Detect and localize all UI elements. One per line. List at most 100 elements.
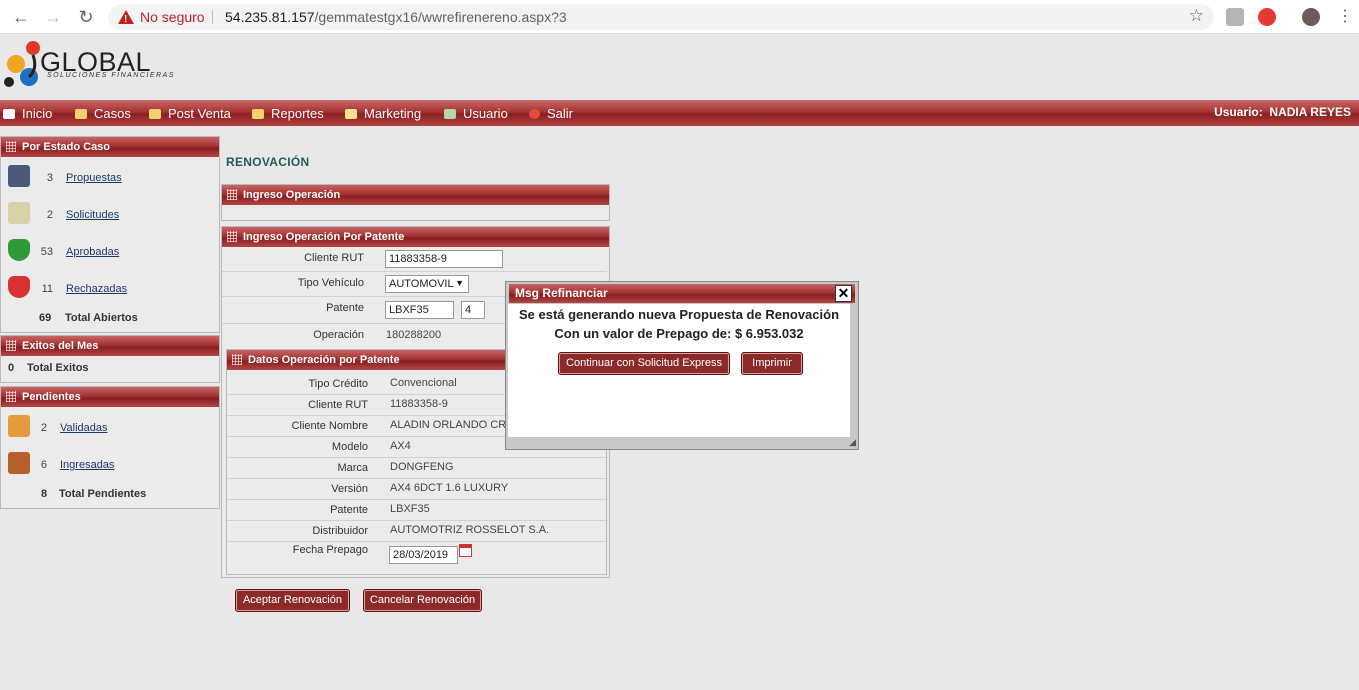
resize-grip-icon[interactable]: ◢ <box>849 437 856 448</box>
dialog-title-bar: Msg Refinanciar ✕ <box>509 284 855 303</box>
datos-value: 11883358-9 <box>390 398 448 410</box>
panel-header: Por Estado Caso <box>1 137 219 157</box>
count-propuestas: 3 <box>46 172 53 184</box>
dialog-body: Se está generando nueva Propuesta de Ren… <box>508 304 850 437</box>
panel-ingreso-operacion: Ingreso Operación <box>221 184 610 221</box>
menu-label: Post Venta <box>168 106 231 121</box>
datos-value: AX4 <box>390 440 411 452</box>
warning-icon <box>118 10 134 29</box>
tipo-vehiculo-select[interactable]: AUTOMOVIL ▼ <box>385 275 469 293</box>
link-ingresadas[interactable]: Ingresadas <box>60 459 114 471</box>
cliente-rut-input[interactable]: 11883358-9 <box>385 250 503 268</box>
tipo-vehiculo-value: AUTOMOVIL <box>389 278 454 290</box>
panel-exitos-mes: Exitos del Mes 0 Total Exitos <box>0 335 220 383</box>
link-propuestas[interactable]: Propuestas <box>66 172 122 184</box>
address-bar[interactable]: No seguro 54.235.81.157/gemmatestgx16/ww… <box>108 4 1214 30</box>
extension-icon[interactable] <box>1258 8 1276 26</box>
page-title: RENOVACIÓN <box>226 155 310 169</box>
count-solicitudes: 2 <box>46 209 53 221</box>
total-pendientes-count: 8 <box>41 488 48 500</box>
label-cliente-rut: Cliente RUT <box>304 252 364 264</box>
label-operacion: Operación <box>313 329 364 341</box>
datos-value: Convencional <box>390 377 457 389</box>
url-text[interactable]: 54.235.81.157/gemmatestgx16/wwrefirenere… <box>225 8 567 26</box>
menu-label: Reportes <box>271 106 324 121</box>
datos-label: Distribuidor <box>312 525 368 537</box>
link-rechazadas[interactable]: Rechazadas <box>66 283 127 295</box>
menu-label: Usuario <box>463 106 508 121</box>
panel-pendientes: Pendientes 2 Validadas 6 Ingresadas 8 To… <box>0 386 220 509</box>
url-separator <box>212 10 213 24</box>
patente-input[interactable]: LBXF35 <box>385 301 454 319</box>
menu-salir[interactable]: Salir <box>529 106 573 121</box>
url-host: 54.235.81.157 <box>225 9 315 25</box>
more-menu-icon[interactable]: ⋮ <box>1335 7 1355 27</box>
menu-usuario[interactable]: Usuario <box>444 106 508 121</box>
label-tipo-vehiculo: Tipo Vehículo <box>297 277 364 289</box>
browser-toolbar: ← → ↻ No seguro 54.235.81.157/gemmatestg… <box>0 0 1359 34</box>
security-label: No seguro <box>140 9 205 25</box>
envelope-icon <box>345 108 357 119</box>
menu-casos[interactable]: Casos <box>75 106 131 121</box>
row-divider <box>227 499 608 500</box>
datos-label: Modelo <box>331 441 368 453</box>
fecha-prepago-input[interactable]: 28/03/2019 <box>389 546 458 564</box>
count-aprobadas: 53 <box>40 246 53 258</box>
dialog-message-1: Se está generando nueva Propuesta de Ren… <box>518 307 840 322</box>
total-abiertos-label: Total Abiertos <box>65 312 138 324</box>
check-shield-icon <box>8 239 30 261</box>
count-ingresadas: 6 <box>40 459 47 471</box>
row-divider <box>227 478 608 479</box>
calendar-icon[interactable] <box>459 544 472 557</box>
panel-estado-caso: Por Estado Caso 3 Propuestas 2 Solicitud… <box>0 136 220 333</box>
home-icon <box>3 108 15 119</box>
datos-label: Versión <box>331 483 368 495</box>
security-warning[interactable]: No seguro <box>118 8 205 29</box>
datos-value: AUTOMOTRIZ ROSSELOT S.A. <box>390 524 550 536</box>
menu-label: Casos <box>94 106 131 121</box>
calculator-icon <box>8 165 30 187</box>
continuar-solicitud-express-button[interactable]: Continuar con Solicitud Express <box>558 352 730 375</box>
back-icon[interactable]: ← <box>11 7 31 27</box>
datos-value: ALADIN ORLANDO CRUZ <box>390 419 521 431</box>
datos-label: Marca <box>337 462 368 474</box>
menu-post-venta[interactable]: Post Venta <box>149 106 231 121</box>
link-aprobadas[interactable]: Aprobadas <box>66 246 119 258</box>
menu-inicio[interactable]: Inicio <box>3 106 52 121</box>
row-divider <box>227 520 608 521</box>
close-icon[interactable]: ✕ <box>835 285 852 302</box>
profile-avatar[interactable] <box>1302 8 1320 26</box>
count-rechazadas: 11 <box>41 283 53 295</box>
reject-shield-icon <box>8 276 30 298</box>
link-validadas[interactable]: Validadas <box>60 422 108 434</box>
url-path: /gemmatestgx16/wwrefirenereno.aspx?3 <box>314 9 567 25</box>
patente-dv-input[interactable]: 4 <box>461 301 485 319</box>
operacion-value: 180288200 <box>386 329 442 341</box>
pdf-extension-icon[interactable] <box>1226 8 1244 26</box>
total-exitos-count: 0 <box>8 362 15 374</box>
cancelar-renovacion-button[interactable]: Cancelar Renovación <box>363 589 482 612</box>
user-name: NADIA REYES <box>1269 105 1351 119</box>
link-solicitudes[interactable]: Solicitudes <box>66 209 119 221</box>
logo: GLOBAL SOLUCIONES FINANCIERAS <box>0 37 180 95</box>
folder-icon <box>75 108 87 119</box>
panel-header: Ingreso Operación Por Patente <box>222 227 609 247</box>
dialog-message-2: Con un valor de Prepago de: $ 6.953.032 <box>554 326 804 341</box>
datos-label: Tipo Crédito <box>308 378 368 390</box>
count-validadas: 2 <box>40 422 47 434</box>
imprimir-button[interactable]: Imprimir <box>741 352 803 375</box>
chevron-down-icon: ▼ <box>455 278 464 288</box>
user-icon <box>444 108 456 119</box>
reload-icon[interactable]: ↻ <box>76 7 96 27</box>
menu-reportes[interactable]: Reportes <box>252 106 324 121</box>
menu-marketing[interactable]: Marketing <box>345 106 421 121</box>
exit-icon <box>529 108 540 119</box>
datos-value: DONGFENG <box>390 461 454 473</box>
panel-header: Pendientes <box>1 387 219 407</box>
forward-icon[interactable]: → <box>43 7 63 27</box>
datos-value: LBXF35 <box>390 503 430 515</box>
aceptar-renovacion-button[interactable]: Aceptar Renovación <box>235 589 350 612</box>
current-user: Usuario: NADIA REYES <box>1214 105 1351 119</box>
main-menu: Inicio Casos Post Venta Reportes Marketi… <box>0 100 1359 126</box>
bookmark-star-icon[interactable]: ☆ <box>1189 6 1204 26</box>
